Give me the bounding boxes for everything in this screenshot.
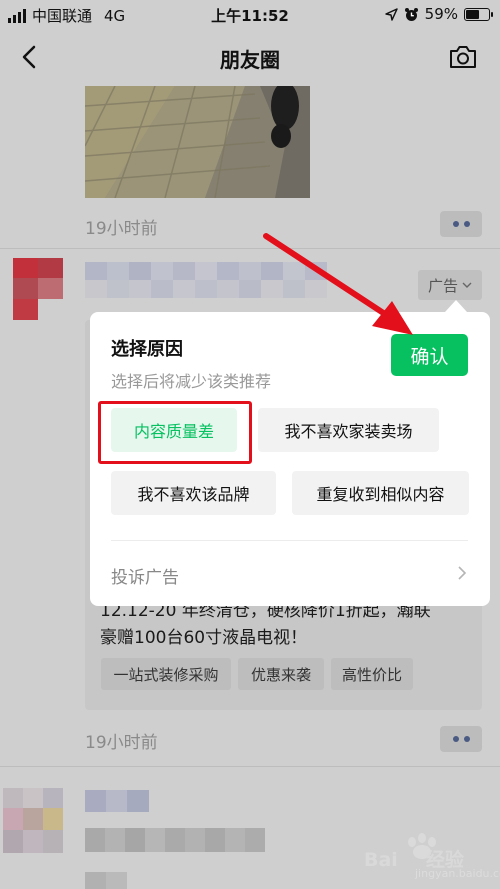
next-post-text-pixels — [85, 828, 265, 852]
more-button[interactable] — [440, 211, 482, 237]
watermark-brand: Bai — [364, 849, 398, 871]
popup-subtitle: 选择后将减少该类推荐 — [111, 372, 272, 391]
next-post-text-blurred — [85, 872, 127, 889]
nav-bar: 朋友圈 — [0, 30, 500, 86]
post-photo-image — [85, 86, 310, 198]
next-post-text-blurred — [85, 828, 275, 856]
ad-tag[interactable]: 广告 — [418, 270, 482, 300]
confirm-button[interactable]: 确认 — [391, 334, 468, 376]
status-bar: 中国联通 4G 上午11:52 59% — [0, 0, 500, 30]
next-post-name-pixels — [85, 790, 149, 812]
ad-tag-chip[interactable]: 高性价比 — [331, 658, 413, 690]
page-title: 朋友圈 — [220, 48, 280, 72]
alarm-icon — [404, 7, 418, 21]
more-dot — [463, 221, 470, 227]
post-time: 19小时前 — [85, 733, 158, 753]
ad-tag-chip[interactable]: 一站式装修采购 — [101, 658, 231, 690]
next-post-name-blurred — [85, 790, 149, 816]
more-dot — [452, 736, 459, 742]
watermark-domain: jingyan.baidu.com — [415, 867, 500, 880]
ad-tag-label: 广告 — [427, 276, 458, 295]
complain-ad-link[interactable]: 投诉广告 — [111, 563, 179, 588]
ad-name-blurred — [85, 262, 340, 298]
battery-icon — [464, 7, 493, 21]
reason-option[interactable]: 我不喜欢该品牌 — [111, 471, 276, 515]
more-dot — [452, 221, 459, 227]
chevron-right-icon[interactable] — [456, 563, 468, 583]
ad-tag-chip[interactable]: 优惠来袭 — [238, 658, 324, 690]
status-right: 59% — [384, 5, 493, 23]
more-button[interactable] — [440, 726, 482, 752]
avatar-image — [13, 258, 63, 320]
annotation-highlight-box — [98, 401, 252, 464]
post-photo[interactable] — [85, 86, 310, 198]
divider — [0, 248, 500, 249]
avatar[interactable] — [3, 788, 63, 853]
battery-percent: 59% — [424, 5, 458, 23]
popup-pointer — [445, 300, 467, 312]
location-icon — [384, 7, 398, 21]
popup-divider — [111, 540, 468, 541]
avatar-image — [3, 788, 63, 853]
popup-title: 选择原因 — [111, 339, 183, 360]
camera-icon[interactable] — [448, 43, 478, 71]
more-dot — [463, 736, 470, 742]
ad-name-pixels — [85, 262, 327, 298]
screen: 中国联通 4G 上午11:52 59% 朋友圈 19小时前 广告 12.12-2… — [0, 0, 500, 889]
reason-option[interactable]: 重复收到相似内容 — [292, 471, 469, 515]
next-post-text-pixels — [85, 872, 127, 889]
chevron-down-icon — [462, 282, 472, 288]
avatar[interactable] — [13, 258, 63, 320]
ad-text-line2: 豪赠100台60寸液晶电视！ — [100, 628, 308, 648]
divider — [0, 766, 500, 767]
battery-fill — [466, 9, 479, 19]
reason-option[interactable]: 我不喜欢家装卖场 — [258, 408, 439, 452]
post-time: 19小时前 — [85, 219, 158, 239]
